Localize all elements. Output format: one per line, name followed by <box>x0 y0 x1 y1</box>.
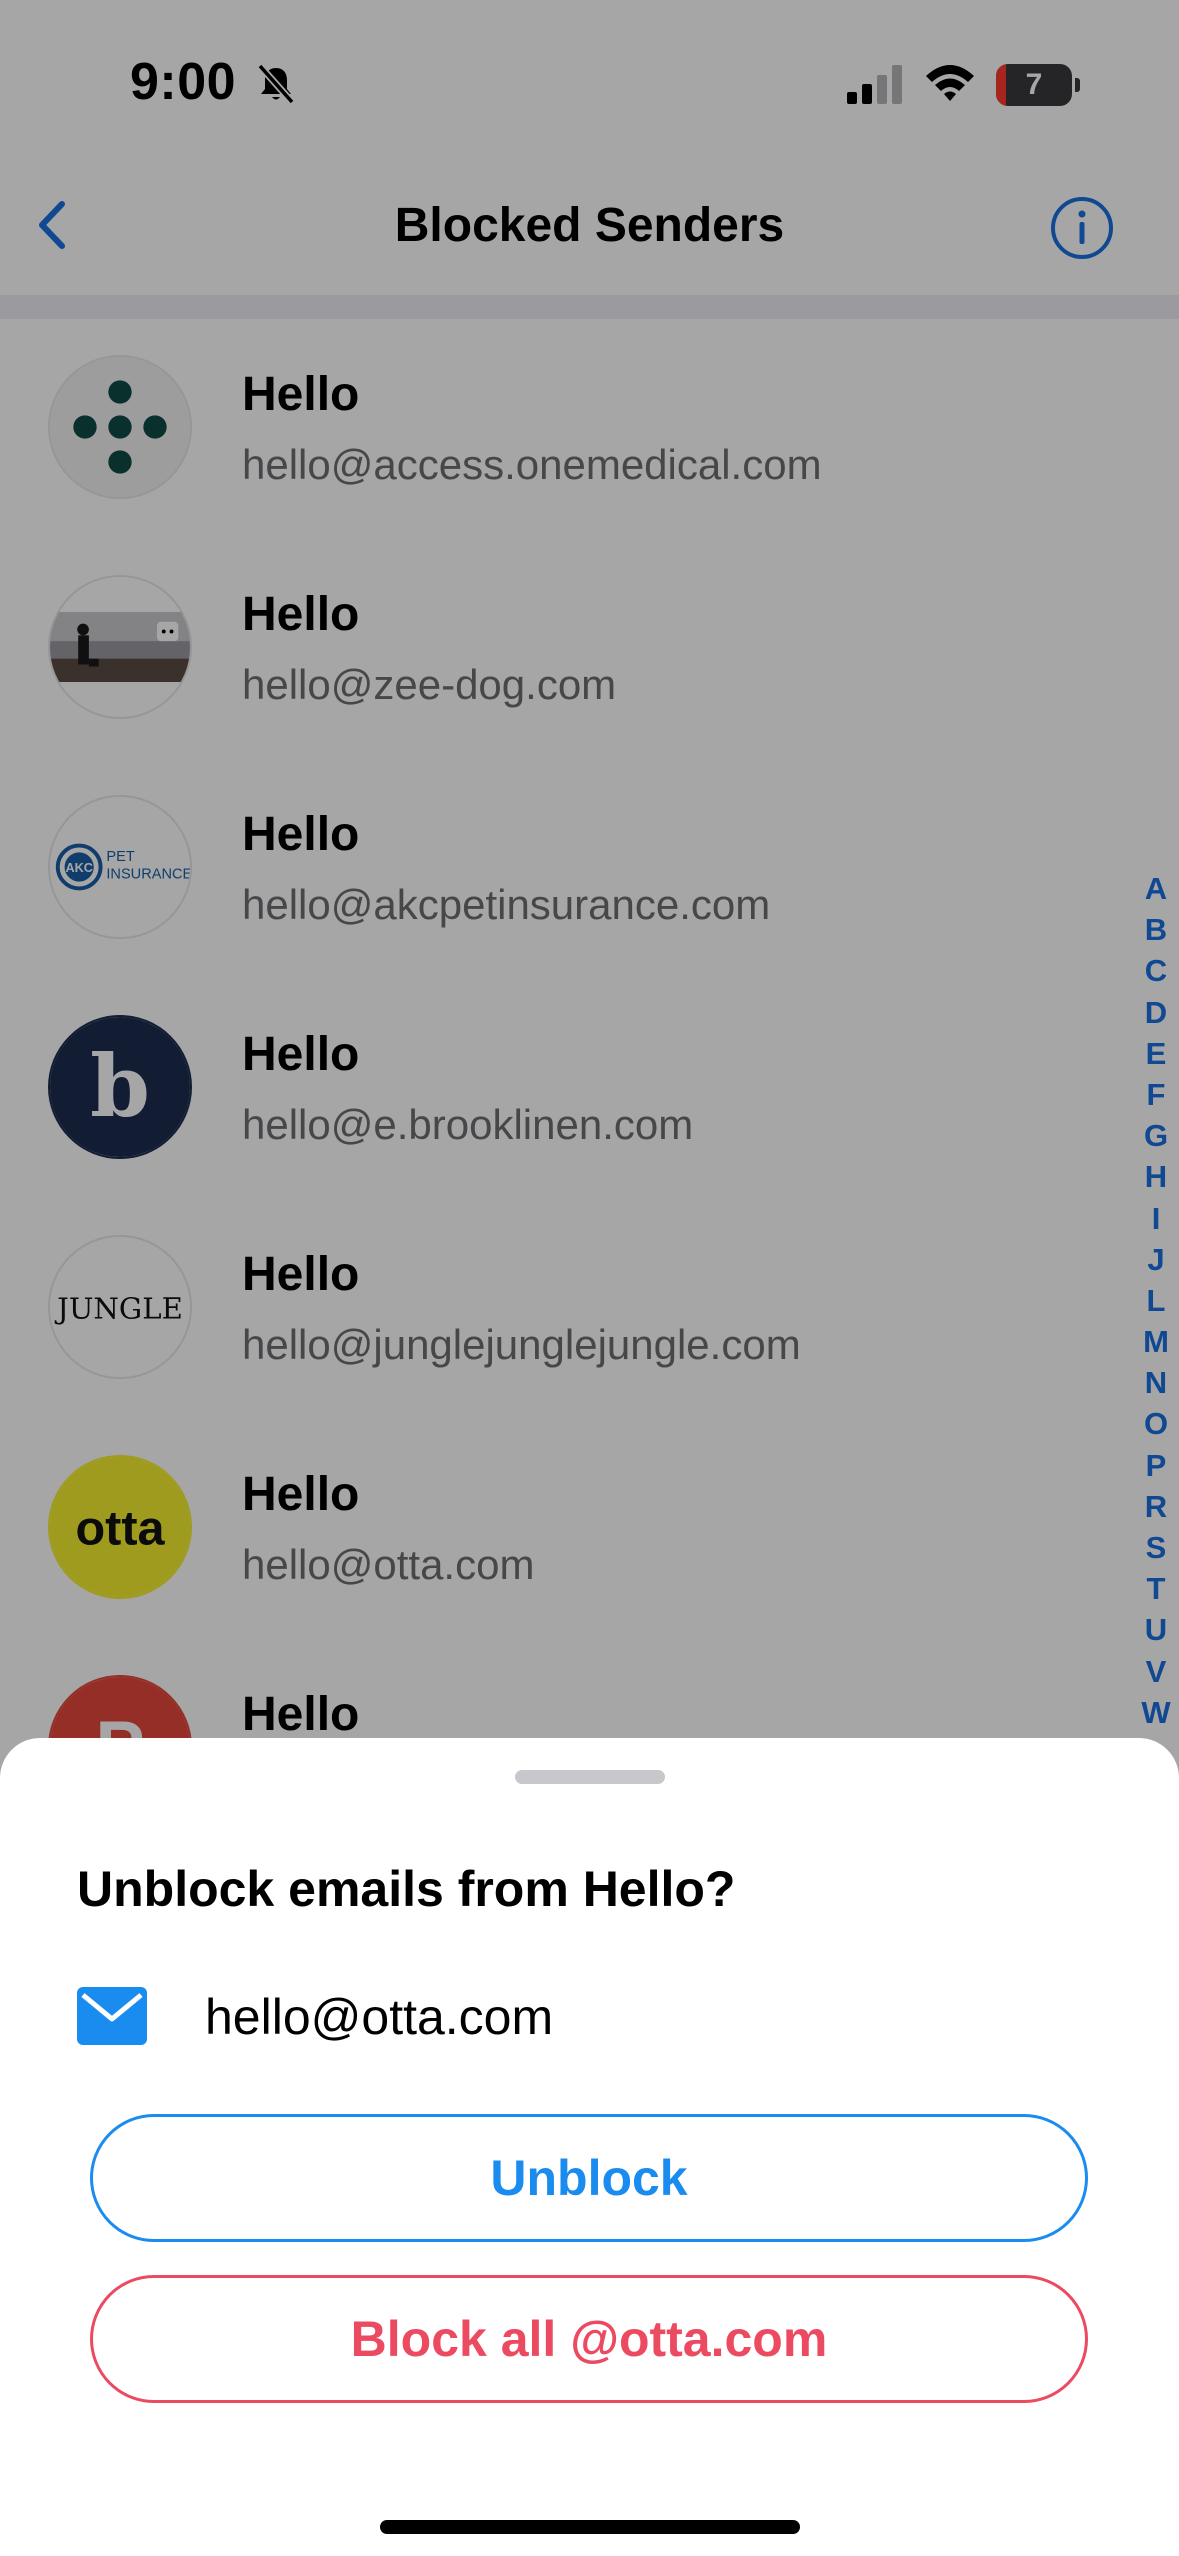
sheet-drag-handle[interactable] <box>515 1770 665 1784</box>
envelope-icon <box>77 1987 147 2045</box>
unblock-bottom-sheet: Unblock emails from Hello? hello@otta.co… <box>0 1738 1179 2556</box>
unblock-button[interactable]: Unblock <box>90 2114 1088 2242</box>
screen: 9:00 7 Blocked Senders Hello hello@acces… <box>0 0 1179 2556</box>
block-all-domain-button[interactable]: Block all @otta.com <box>90 2275 1088 2403</box>
sheet-title: Unblock emails from Hello? <box>77 1861 736 1917</box>
home-indicator[interactable] <box>380 2520 800 2534</box>
sheet-email: hello@otta.com <box>205 1989 554 2045</box>
